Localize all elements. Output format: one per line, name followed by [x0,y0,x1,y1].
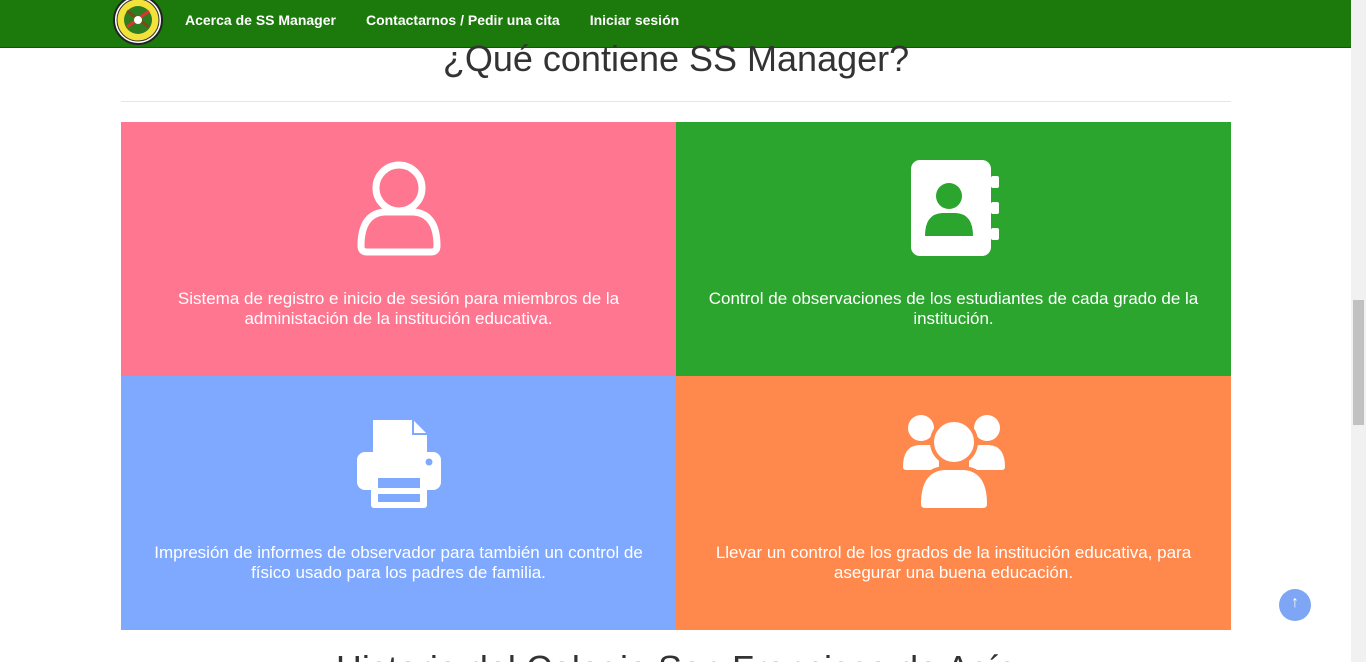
feature-text: Llevar un control de los grados de la in… [715,543,1192,582]
nav-link-about[interactable]: Acerca de SS Manager [185,12,336,28]
feature-card-registration: Sistema de registro e inicio de sesión p… [121,122,676,376]
section-title: ¿Qué contiene SS Manager? [442,38,910,79]
features-grid: Sistema de registro e inicio de sesión p… [121,122,1231,630]
next-section-title-text: Historia del Colegio San Francisco de As… [121,648,1231,662]
next-section-title: Historia del Colegio San Francisco de As… [121,648,1231,662]
feature-text: Sistema de registro e inicio de sesión p… [177,289,620,328]
feature-text: Impresión de informes de observador para… [154,543,643,582]
nav-links: Acerca de SS Manager Contactarnos / Pedi… [185,0,709,40]
scrollbar-thumb[interactable] [1353,300,1364,425]
feature-text: Control de observaciones de los estudian… [708,289,1199,328]
nav-link-login[interactable]: Iniciar sesión [590,12,679,28]
title-divider [121,101,1231,102]
user-outline-icon [344,158,454,258]
feature-card-grades: Llevar un control de los grados de la in… [676,376,1231,630]
users-group-icon [899,412,1009,512]
feature-card-observations: Control de observaciones de los estudian… [676,122,1231,376]
nav-link-contact[interactable]: Contactarnos / Pedir una cita [366,12,560,28]
address-book-icon [899,158,1009,258]
back-to-top-button[interactable]: ↑ [1279,589,1311,621]
printer-icon [344,412,454,512]
feature-card-print-reports: Impresión de informes de observador para… [121,376,676,630]
